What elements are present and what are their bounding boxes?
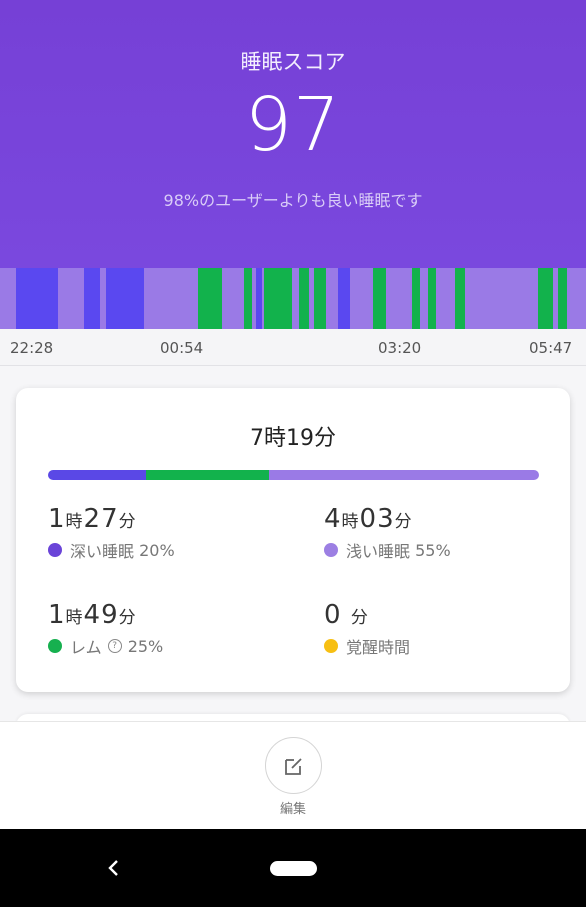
stat-deep-value: 1時27分 <box>48 504 175 534</box>
deep-minutes: 27 <box>83 504 119 534</box>
sleep-summary-card: 7時19分 1時27分 深い睡眠 20% 4時03分 浅い睡眠 55% 1時49… <box>16 388 570 692</box>
hour-unit: 時 <box>65 512 84 532</box>
stage-segment-rem <box>299 268 309 329</box>
sleep-score: 97 <box>244 82 342 168</box>
minute-unit: 分 <box>350 608 369 628</box>
light-minutes: 03 <box>359 504 395 534</box>
stat-light-value: 4時03分 <box>324 504 451 534</box>
light-dot-icon <box>324 543 338 557</box>
stage-segment-rem <box>412 268 420 329</box>
stage-segment-deep <box>106 268 144 329</box>
stat-rem-sleep: 1時49分 レム? 25% <box>48 600 163 658</box>
rem-dot-icon <box>48 639 62 653</box>
minute-unit: 分 <box>118 512 137 532</box>
edit-label: 編集 <box>279 802 306 817</box>
light-hours: 4 <box>324 504 342 534</box>
stage-segment-deep <box>16 268 58 329</box>
edit-button[interactable] <box>265 737 322 794</box>
ratio-segment-light <box>268 470 539 480</box>
rem-percent: 25% <box>127 636 164 656</box>
bottom-action-panel: 編集 <box>0 721 586 830</box>
score-title: 睡眠スコア <box>240 50 346 74</box>
total-sleep-duration: 7時19分 <box>250 426 336 451</box>
minute-unit: 分 <box>394 512 413 532</box>
rem-hours: 1 <box>48 600 66 630</box>
stat-deep-sleep: 1時27分 深い睡眠 20% <box>48 504 175 562</box>
stat-awake: 0 分 覚醒時間 <box>324 600 410 658</box>
stage-segment-rem <box>538 268 553 329</box>
time-tick: 05:47 <box>529 339 573 357</box>
stage-segment-rem <box>244 268 252 329</box>
system-navigation-bar <box>0 829 586 907</box>
stage-segment-rem <box>428 268 436 329</box>
edit-icon <box>284 757 302 775</box>
awake-dot-icon <box>324 639 338 653</box>
stat-light-sleep: 4時03分 浅い睡眠 55% <box>324 504 451 562</box>
stage-segment-deep <box>338 268 350 329</box>
rem-minutes: 49 <box>83 600 119 630</box>
time-axis: 22:28 00:54 03:20 05:47 <box>0 329 586 366</box>
deep-dot-icon <box>48 543 62 557</box>
stage-segment-rem <box>264 268 292 329</box>
stage-segment-rem <box>314 268 326 329</box>
minute-unit: 分 <box>118 608 137 628</box>
help-icon[interactable]: ? <box>107 639 122 653</box>
stat-rem-value: 1時49分 <box>48 600 163 630</box>
hour-unit: 時 <box>341 512 360 532</box>
time-tick: 00:54 <box>160 339 204 357</box>
light-label: 浅い睡眠 <box>346 542 411 561</box>
deep-hours: 1 <box>48 504 66 534</box>
deep-percent: 20% <box>139 540 175 560</box>
stage-segment-rem <box>455 268 465 329</box>
home-pill-icon[interactable] <box>270 861 317 876</box>
score-header: 睡眠スコア 97 98%のユーザーよりも良い睡眠です <box>0 0 586 268</box>
awake-minutes: 0 <box>324 600 342 630</box>
ratio-segment-rem <box>146 470 269 480</box>
deep-label: 深い睡眠 <box>70 542 135 561</box>
sleep-stage-timeline[interactable] <box>0 268 586 329</box>
ratio-segment-deep <box>48 470 147 480</box>
score-comparison: 98%のユーザーよりも良い睡眠です <box>163 191 423 210</box>
back-chevron-icon[interactable] <box>104 858 124 878</box>
stage-segment-deep <box>84 268 100 329</box>
time-tick: 03:20 <box>378 339 422 357</box>
stage-segment-deep <box>256 268 262 329</box>
stage-segment-rem <box>373 268 386 329</box>
stage-segment-rem <box>558 268 567 329</box>
sleep-ratio-bar <box>48 470 539 480</box>
light-percent: 55% <box>415 540 451 560</box>
hour-unit: 時 <box>65 608 84 628</box>
time-tick: 22:28 <box>10 339 54 357</box>
rem-label: レム <box>70 638 102 657</box>
awake-label: 覚醒時間 <box>346 638 411 657</box>
stage-segment-rem <box>198 268 222 329</box>
stat-awake-value: 0 分 <box>324 600 410 630</box>
